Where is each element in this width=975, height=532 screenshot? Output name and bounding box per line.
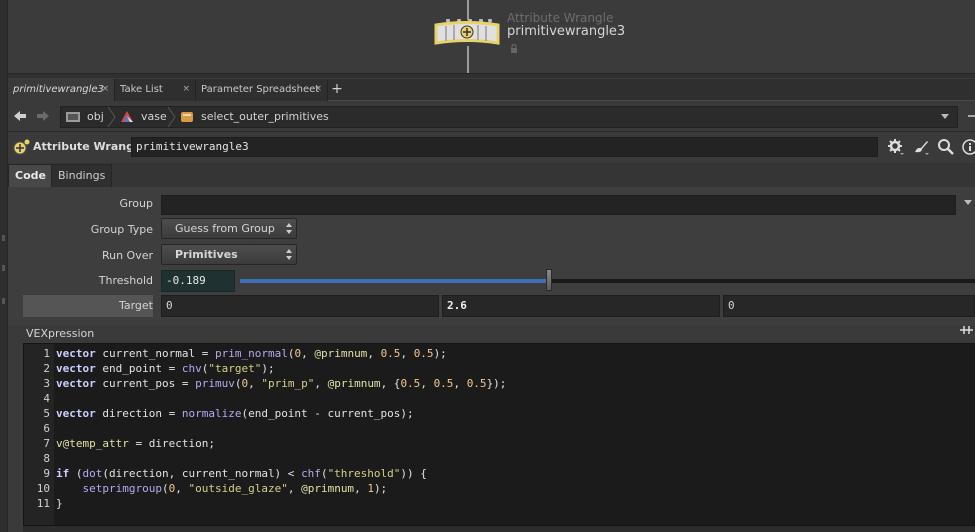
line-number: 10	[36, 482, 50, 495]
info-icon[interactable]	[961, 138, 975, 156]
brush-icon[interactable]	[912, 138, 930, 156]
menu-arrows-icon	[286, 249, 292, 260]
chevron-down-icon[interactable]	[940, 111, 950, 124]
wrangle-node-icon	[434, 18, 500, 45]
back-arrow-icon[interactable]	[12, 108, 28, 124]
code-line[interactable]: }	[56, 496, 63, 511]
wrangle-node[interactable]	[434, 18, 500, 46]
node-output-wire	[467, 46, 469, 74]
node-input-wire	[467, 0, 469, 20]
vexpression-label: VEXpression	[26, 327, 95, 340]
network-view[interactable]: Attribute Wrangle primitivewrangle3	[0, 0, 975, 78]
line-number: 7	[43, 437, 50, 450]
target-z-field[interactable]: 0	[723, 295, 975, 317]
line-number: 2	[43, 362, 50, 375]
left-pane-rail[interactable]	[0, 0, 8, 532]
line-number-gutter: 1 2 3 4 5 6 7 8 9 10 11	[24, 344, 54, 525]
rail-handle	[2, 298, 5, 304]
parameter-folder-tabs: Code Bindings	[8, 163, 975, 187]
code-line[interactable]: v@temp_attr = direction;	[56, 436, 215, 451]
expand-editor-icon[interactable]	[958, 323, 975, 340]
threshold-slider-fill	[240, 279, 549, 283]
code-line[interactable]: vector current_pos = primuv(0, "prim_p",…	[56, 376, 506, 391]
breadcrumb-select-outer-primitives[interactable]: select_outer_primitives	[201, 107, 329, 127]
tab-take-list[interactable]: Take List ×	[115, 79, 196, 101]
threshold-slider-handle[interactable]	[545, 269, 552, 291]
breadcrumb[interactable]: obj vase select_outer_primitives	[60, 106, 958, 128]
operator-name-field[interactable]: primitivewrangle3	[131, 137, 878, 157]
add-tab-button[interactable]: +	[329, 79, 345, 101]
lock-icon	[510, 43, 518, 56]
vase-geometry-icon	[119, 110, 135, 127]
run-over-value: Primitives	[175, 248, 238, 261]
tab-label: primitivewrangle3	[13, 84, 104, 95]
close-icon[interactable]: ×	[182, 79, 190, 100]
tab-code[interactable]: Code	[8, 164, 53, 187]
tab-parameter-spreadsheet[interactable]: Parameter Spreadsheet ×	[196, 79, 328, 101]
node-type-label: Attribute Wrangle	[507, 11, 614, 25]
code-line[interactable]: vector direction = normalize(end_point -…	[56, 406, 414, 421]
close-icon[interactable]: ×	[101, 79, 109, 100]
breadcrumb-obj[interactable]: obj	[87, 107, 104, 127]
line-number: 4	[43, 392, 50, 405]
rail-handle	[2, 235, 5, 241]
sop-node-icon	[179, 110, 195, 127]
forward-arrow-icon[interactable]	[35, 108, 51, 124]
wrangle-node-icon	[13, 139, 31, 158]
group-type-value: Guess from Group	[175, 222, 275, 235]
path-bar: obj vase select_outer_primitives	[8, 102, 975, 132]
breadcrumb-separator	[167, 106, 177, 128]
line-number: 11	[36, 497, 50, 510]
line-number: 9	[43, 467, 50, 480]
parameter-header: Attribute Wrangle primitivewrangle3	[8, 133, 975, 161]
vex-code-editor[interactable]: 1 2 3 4 5 6 7 8 9 10 11 vector current_normal = pr…	[23, 343, 975, 526]
line-number: 6	[43, 422, 50, 435]
gear-icon[interactable]	[887, 138, 905, 156]
node-name-label[interactable]: primitivewrangle3	[507, 24, 625, 39]
code-line[interactable]: vector current_normal = prim_normal(0, @…	[56, 346, 447, 361]
line-number: 1	[43, 347, 50, 360]
target-label: Target	[118, 299, 153, 312]
line-number: 5	[43, 407, 50, 420]
rail-handle	[2, 265, 5, 271]
parameter-panel: Group Group Type Guess from Group Run Ov…	[8, 187, 975, 325]
operator-type-label: Attribute Wrangle	[33, 140, 146, 153]
network-scrollbar[interactable]	[8, 73, 975, 78]
pin-icon[interactable]	[966, 111, 975, 124]
tab-label: Parameter Spreadsheet	[201, 84, 320, 95]
run-over-label: Run Over	[101, 249, 153, 262]
breadcrumb-vase[interactable]: vase	[141, 107, 167, 127]
group-label: Group	[119, 197, 154, 210]
search-icon[interactable]	[937, 138, 955, 156]
editor-resize-handle[interactable]	[23, 526, 975, 532]
tab-label: Take List	[120, 84, 163, 95]
code-line[interactable]: vector end_point = chv("target");	[56, 361, 275, 376]
chevron-down-icon[interactable]	[963, 197, 973, 210]
line-number: 8	[43, 452, 50, 465]
threshold-label: Threshold	[98, 274, 153, 287]
line-number: 3	[43, 377, 50, 390]
code-line[interactable]: if (dot(direction, current_normal) < chf…	[56, 466, 427, 481]
group-field[interactable]	[161, 195, 956, 215]
tab-bindings[interactable]: Bindings	[51, 164, 113, 187]
threshold-field[interactable]: -0.189	[161, 270, 235, 292]
close-icon[interactable]: ×	[314, 79, 322, 100]
target-x-field[interactable]: 0	[161, 295, 439, 317]
obj-network-icon	[65, 110, 81, 127]
code-line[interactable]: setprimgroup(0, "outside_glaze", @primnu…	[56, 481, 388, 496]
menu-arrows-icon	[286, 223, 292, 234]
pane-tab-bar: primitivewrangle3 × Take List × Paramete…	[8, 79, 975, 101]
group-type-label: Group Type	[90, 223, 153, 236]
group-type-menu[interactable]: Guess from Group	[161, 218, 297, 239]
target-y-field[interactable]: 2.6	[442, 295, 720, 317]
tab-parameters[interactable]: primitivewrangle3 ×	[8, 79, 115, 101]
breadcrumb-separator	[107, 106, 117, 128]
run-over-menu[interactable]: Primitives	[161, 244, 297, 265]
